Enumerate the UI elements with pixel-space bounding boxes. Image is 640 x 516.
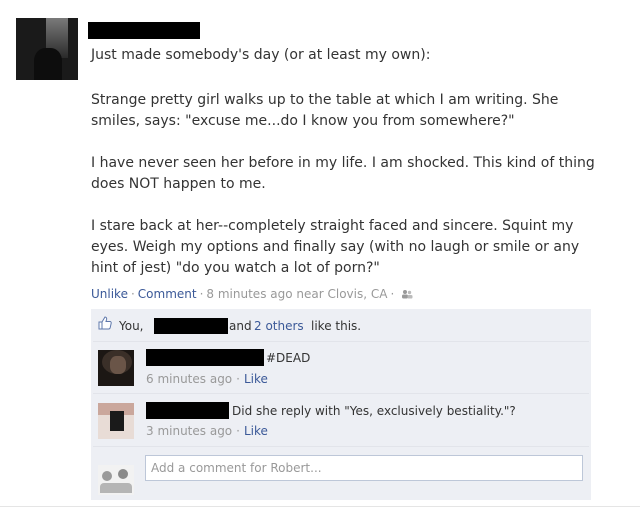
separator: [93, 393, 589, 394]
avatar-person: [102, 471, 112, 481]
post-line-6: I stare back at her--completely straight…: [91, 218, 574, 234]
comment-input[interactable]: [145, 455, 583, 481]
meta-separator: ·: [236, 424, 240, 438]
avatar-person: [118, 469, 128, 479]
commenter-avatar[interactable]: [98, 350, 134, 386]
comment-text: #DEAD: [266, 351, 311, 365]
separator: [93, 341, 589, 342]
likes-you[interactable]: You,: [119, 319, 144, 333]
comment-meta: 6 minutes ago · Like: [146, 372, 268, 386]
likes-suffix: like this.: [311, 319, 362, 333]
comment-timestamp[interactable]: 6 minutes ago: [146, 372, 232, 386]
comment-like-link[interactable]: Like: [244, 372, 268, 386]
comment-timestamp[interactable]: 3 minutes ago: [146, 424, 232, 438]
meta-separator: ·: [390, 287, 395, 301]
avatar-bodies: [100, 483, 132, 493]
commenter-name-redacted[interactable]: [146, 349, 264, 366]
post-line-4: I have never seen her before in my life.…: [91, 155, 595, 171]
post-line-1: Just made somebody's day (or at least my…: [91, 47, 431, 63]
author-name-redacted[interactable]: [88, 22, 200, 39]
post-line-3: smiles, says: "excuse me...do I know you…: [91, 113, 515, 129]
meta-separator: ·: [130, 287, 135, 301]
comment-link[interactable]: Comment: [138, 287, 197, 301]
unlike-link[interactable]: Unlike: [91, 287, 128, 301]
bottom-divider: [0, 506, 640, 507]
comment-meta: 3 minutes ago · Like: [146, 424, 268, 438]
post-timestamp[interactable]: 8 minutes ago near Clovis, CA: [206, 287, 387, 301]
separator: [93, 446, 589, 447]
people-icon[interactable]: [401, 289, 413, 299]
avatar-face: [110, 356, 126, 374]
likes-row: You, and 2 others like this.: [91, 314, 591, 338]
meta-separator: ·: [199, 287, 204, 301]
commenter-name-redacted[interactable]: [146, 402, 229, 419]
likes-and: and: [229, 319, 252, 333]
likes-others-link[interactable]: 2 others: [254, 319, 304, 333]
meta-separator: ·: [236, 372, 240, 386]
thumbs-up-icon: [98, 316, 112, 330]
post-line-5: does NOT happen to me.: [91, 176, 266, 192]
current-user-avatar: [98, 465, 134, 495]
post-meta: Unlike · Comment · 8 minutes ago near Clovis…: [91, 287, 413, 301]
comment-like-link[interactable]: Like: [244, 424, 268, 438]
liker-name-redacted[interactable]: [154, 318, 228, 334]
post-line-7: eyes. Weigh my options and finally say (…: [91, 239, 580, 255]
avatar-silhouette: [34, 48, 62, 80]
post-line-2: Strange pretty girl walks up to the tabl…: [91, 92, 559, 108]
author-avatar[interactable]: [16, 18, 78, 80]
comment-text: Did she reply with "Yes, exclusively bes…: [232, 404, 516, 418]
commenter-avatar[interactable]: [98, 403, 134, 439]
avatar-redaction: [110, 411, 124, 431]
post-line-8: hint of jest) "do you watch a lot of por…: [91, 260, 380, 276]
